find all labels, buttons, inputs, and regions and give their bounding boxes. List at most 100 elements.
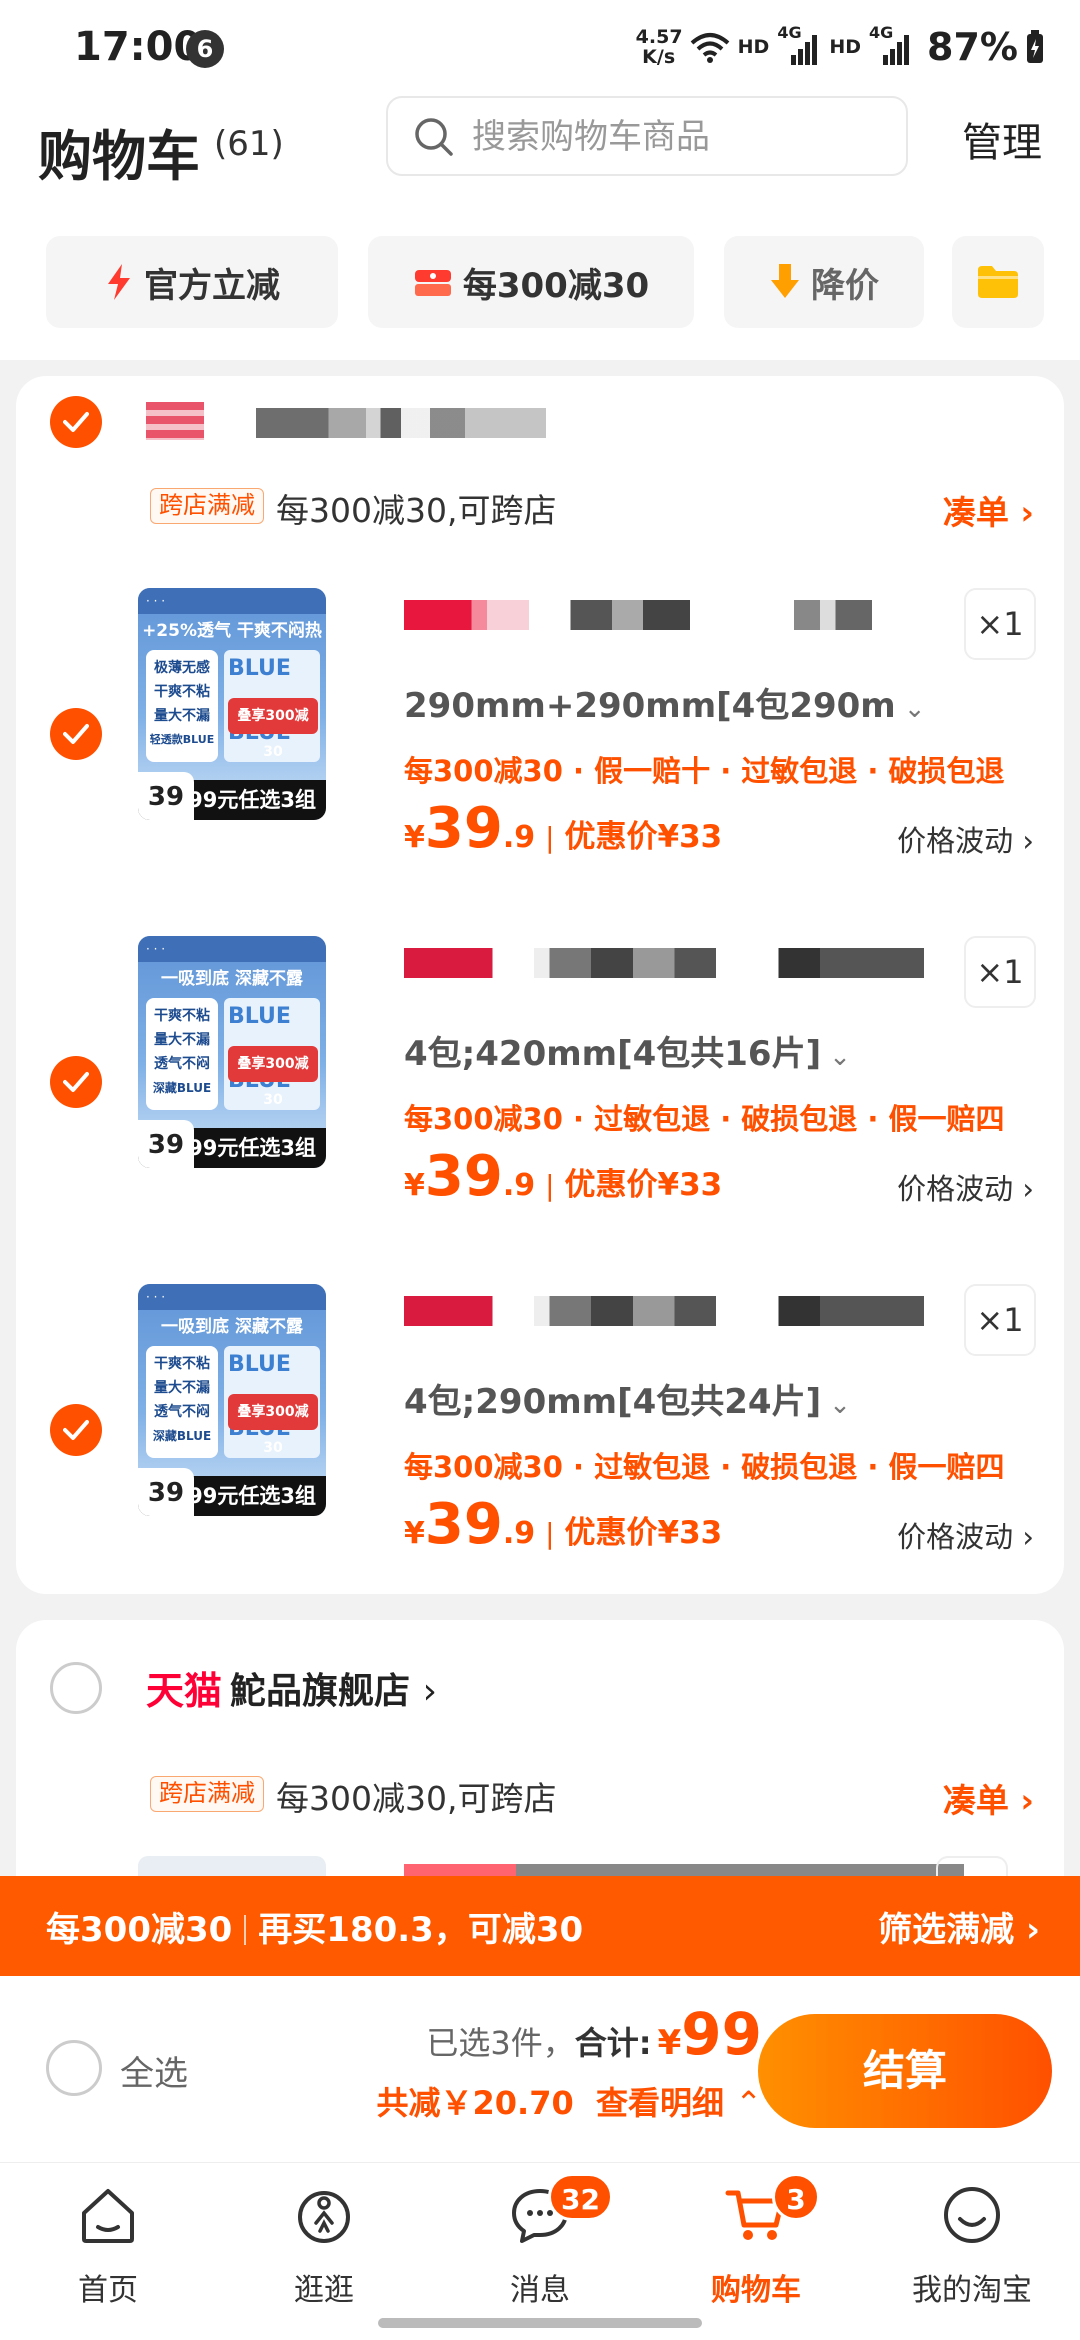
product-thumbnail[interactable]: · · · +25%透气 干爽不闷热 极薄无感 干爽不粘 量大不漏 轻透款BLUE B… (138, 588, 326, 820)
battery-charging-icon (1027, 30, 1043, 63)
bottom-nav: 首页 逛逛 32 消息 3 购物车 我的淘宝 (0, 2162, 1080, 2340)
nav-browse[interactable]: 逛逛 (216, 2173, 432, 2323)
chevron-right-icon: › (1022, 824, 1034, 858)
signal-icon-2: 4G (869, 23, 913, 67)
collect-order-link[interactable]: 凑单 › (943, 1774, 1034, 1822)
price-trend-link[interactable]: 价格波动 › (897, 1166, 1034, 1208)
product-title-redacted[interactable] (404, 600, 924, 630)
promo-text: 每300减30,可跨店 (276, 1779, 557, 1818)
chevron-right-icon: › (1020, 493, 1034, 532)
chip-folder[interactable] (952, 236, 1044, 328)
browse-icon (298, 2191, 350, 2243)
store-name-redacted[interactable] (256, 408, 546, 438)
collect-order-link[interactable]: 凑单 › (943, 486, 1034, 534)
page-title: 购物车 (38, 125, 200, 188)
chevron-down-icon: ⌄ (829, 1042, 851, 1072)
service-tags: 每300减30 · 过敏包退 · 破损包退 · 假一赔四 (404, 1102, 1005, 1136)
manage-button[interactable]: 管理 (962, 110, 1042, 168)
home-indicator[interactable] (378, 2318, 702, 2328)
product-title-redacted[interactable] (404, 1296, 924, 1326)
promo-text: 每300减30,可跨店 (276, 491, 557, 530)
folder-icon (978, 266, 1018, 298)
product-thumbnail[interactable]: · · · 一吸到底 深藏不露 干爽不粘量大不漏透气不闷深藏BLUE BLUEB… (138, 936, 326, 1168)
network-speed: 4.57 K/s (635, 26, 683, 68)
service-tags: 每300减30 · 过敏包退 · 破损包退 · 假一赔四 (404, 1450, 1005, 1484)
nav-messages[interactable]: 32 消息 (432, 2173, 648, 2323)
chevron-up-icon: ⌃ (735, 2084, 762, 2122)
product-thumbnail[interactable]: · · · 一吸到底 深藏不露 干爽不粘量大不漏透气不闷深藏BLUE BLUEB… (138, 1284, 326, 1516)
chevron-right-icon: › (1022, 1172, 1034, 1206)
checkout-bar: 全选 已选3件，合计: ¥99 共减￥20.70 查看明细 ⌃ 结算 (0, 1976, 1080, 2162)
status-bar: 17:00 6 4.57 K/s HD 4G HD 4G 87% (0, 0, 1080, 96)
store-logo (146, 402, 204, 440)
checkmark-icon (63, 1072, 89, 1092)
price-trend-link[interactable]: 价格波动 › (897, 1514, 1034, 1556)
chevron-down-icon: ⌄ (903, 694, 926, 724)
chevron-down-icon: ⌄ (829, 1390, 851, 1420)
tmall-logo: 天猫 (146, 1669, 223, 1713)
total-summary: 已选3件，合计: ¥99 (426, 2000, 762, 2068)
home-icon (82, 2189, 134, 2243)
chevron-right-icon: › (1025, 1910, 1040, 1950)
checkmark-icon (63, 412, 89, 432)
battery-level: 87% (927, 25, 1018, 69)
select-all-checkbox[interactable] (46, 2040, 102, 2096)
chevron-right-icon: › (422, 1671, 437, 1712)
wifi-icon (690, 33, 729, 63)
product-title-redacted[interactable] (404, 948, 924, 978)
store-card: 天猫 鮀品旗舰店 › 跨店满减 每300减30,可跨店 凑单 › (16, 1620, 1064, 1884)
chevron-right-icon: › (1022, 1520, 1034, 1554)
nav-cart[interactable]: 3 购物车 (648, 2173, 864, 2323)
profile-icon (944, 2187, 1000, 2243)
price-trend-link[interactable]: 价格波动 › (897, 818, 1034, 860)
variant-selector[interactable]: 4包;290mm[4包共24片] ⌄ (404, 1374, 851, 1423)
select-all-label[interactable]: 全选 (120, 2046, 188, 2095)
cart-item[interactable]: · · · 一吸到底 深藏不露 干爽不粘量大不漏透气不闷深藏BLUE BLUEB… (16, 936, 1064, 1266)
cart-item[interactable]: · · · +25%透气 干爽不闷热 极薄无感 干爽不粘 量大不漏 轻透款BLUE B… (16, 588, 1064, 918)
filter-chips: 官方立减 每300减30 降价 (0, 226, 1080, 360)
message-count-badge: 32 (548, 2173, 613, 2221)
variant-selector[interactable]: 290mm+290mm[4包290m ⌄ (404, 678, 926, 727)
checkmark-icon (63, 724, 89, 744)
notification-count-badge: 6 (186, 30, 224, 68)
signal-icon: 4G (777, 23, 821, 67)
search-icon (415, 118, 453, 156)
service-tags: 每300减30 · 假一赔十 · 过敏包退 · 破损包退 (404, 754, 1005, 788)
price-drop-arrow-icon (771, 264, 799, 298)
item-select-checkbox[interactable] (50, 1404, 102, 1456)
store-select-checkbox[interactable] (50, 396, 102, 448)
cart-item[interactable]: · · · 一吸到底 深藏不露 干爽不粘量大不漏透气不闷深藏BLUE BLUEB… (16, 1284, 1064, 1614)
store-card: 跨店满减 每300减30,可跨店 凑单 › · · · +25%透气 干爽不闷热… (16, 376, 1064, 1594)
filter-promo-link[interactable]: 筛选满减 › (878, 1902, 1040, 1951)
nav-profile[interactable]: 我的淘宝 (864, 2173, 1080, 2323)
item-price: ¥39.9 | 优惠价¥33 (404, 796, 723, 861)
status-indicators: 4.57 K/s HD 4G HD 4G 87% (636, 22, 1044, 72)
chip-price-drop[interactable]: 降价 (724, 236, 924, 328)
status-time: 17:00 (74, 24, 202, 70)
coupon-icon (414, 270, 451, 296)
quantity-selector[interactable]: ×1 (964, 936, 1036, 1008)
cart-header: 购物车 (61) 管理 (0, 96, 1080, 226)
cross-store-promo-tag: 跨店满减 (150, 488, 264, 524)
cross-store-promo-tag: 跨店满减 (150, 1776, 264, 1812)
chip-official-discount[interactable]: 官方立减 (46, 236, 338, 328)
chip-spend-save[interactable]: 每300减30 (368, 236, 694, 328)
savings-detail-link[interactable]: 共减￥20.70 查看明细 ⌃ (377, 2078, 762, 2124)
item-price: ¥39.9 | 优惠价¥33 (404, 1144, 723, 1209)
quantity-selector[interactable]: ×1 (964, 1284, 1036, 1356)
chevron-right-icon: › (1020, 1781, 1034, 1820)
cart-count: (61) (214, 124, 284, 164)
search-input[interactable] (472, 110, 892, 164)
quantity-selector[interactable]: ×1 (964, 588, 1036, 660)
promo-progress-bar[interactable]: 每300减30 再买180.3，可减30 筛选满减 › (0, 1876, 1080, 1976)
variant-selector[interactable]: 4包;420mm[4包共16片] ⌄ (404, 1026, 851, 1075)
item-select-checkbox[interactable] (50, 1056, 102, 1108)
cart-count-badge: 3 (772, 2173, 820, 2221)
checkout-button[interactable]: 结算 (758, 2014, 1052, 2128)
nav-home[interactable]: 首页 (0, 2173, 216, 2323)
item-select-checkbox[interactable] (50, 708, 102, 760)
checkmark-icon (63, 1420, 89, 1440)
store-name-link[interactable]: 鮀品旗舰店 › (230, 1662, 437, 1714)
search-box[interactable] (386, 96, 908, 176)
store-select-checkbox[interactable] (50, 1662, 102, 1714)
